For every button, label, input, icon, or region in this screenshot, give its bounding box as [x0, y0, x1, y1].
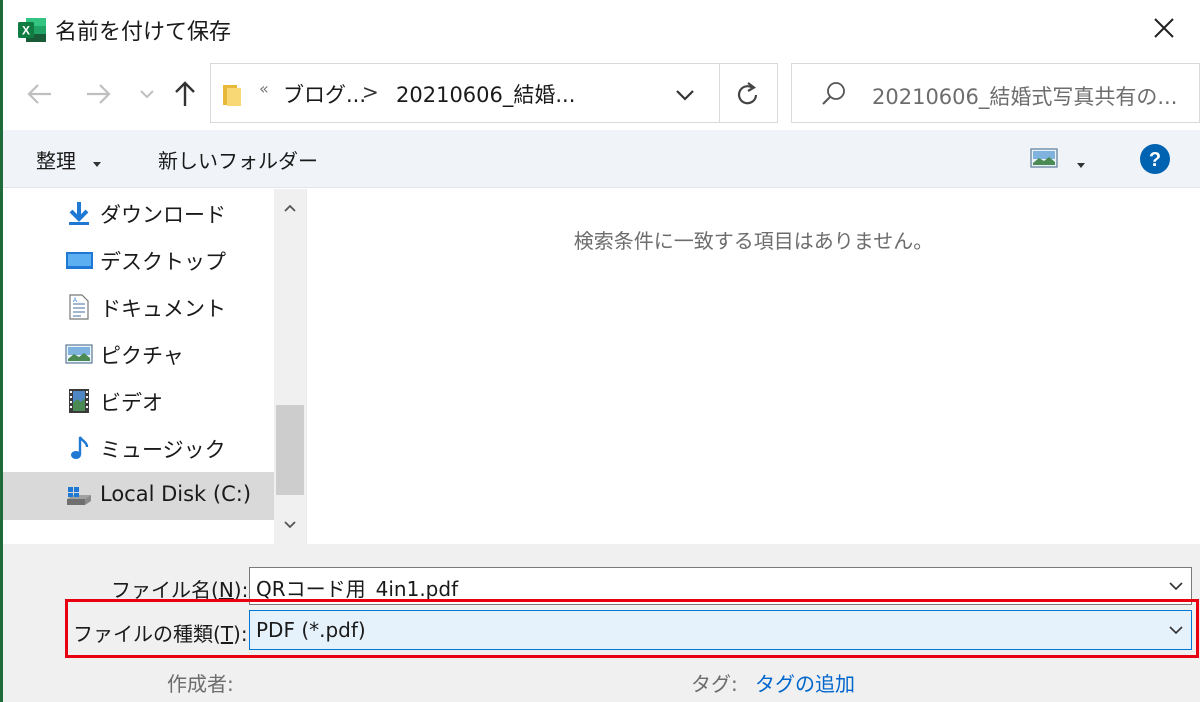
scrollbar-thumb[interactable] [276, 405, 304, 495]
search-box[interactable]: 20210606_結婚式写真共有の... [791, 63, 1200, 123]
breadcrumb-separator[interactable]: > [362, 80, 379, 104]
sidebar-item-label: ビデオ [100, 391, 163, 415]
filename-value[interactable]: QRコード用_4in1.pdf [256, 573, 458, 602]
tags-label: タグ: [691, 672, 738, 696]
sidebar-item-label: Local Disk (C:) [100, 482, 252, 506]
close-icon [1153, 17, 1175, 43]
up-arrow-icon[interactable] [171, 78, 199, 110]
sidebar-item-pictures[interactable]: ピクチャ [3, 330, 274, 378]
local-disk-icon [65, 483, 93, 509]
caret-down-icon[interactable] [1076, 155, 1086, 168]
empty-message: 検索条件に一致する項目はありません。 [573, 229, 934, 253]
organize-button[interactable]: 整理 [36, 145, 76, 174]
excel-icon: X [16, 16, 48, 44]
sidebar-item-videos[interactable]: ビデオ [3, 377, 274, 425]
sidebar-item-downloads[interactable]: ダウンロード [3, 189, 274, 237]
pictures-icon [65, 341, 93, 367]
filetype-value[interactable]: PDF (*.pdf) [256, 618, 366, 642]
back-arrow-icon[interactable] [25, 80, 55, 108]
address-bar[interactable]: « ブログ... > 20210606_結婚... [210, 63, 778, 123]
scroll-down-icon[interactable] [274, 506, 306, 544]
sidebar-item-label: ミュージック [100, 438, 226, 462]
breadcrumb-segment[interactable]: 20210606_結婚... [396, 79, 575, 109]
add-tags-link[interactable]: タグの追加 [755, 668, 855, 697]
sidebar-item-label: ピクチャ [100, 344, 184, 368]
sidebar-item-label: ダウンロード [100, 203, 226, 227]
save-options-panel: ファイル名(N): QRコード用_4in1.pdf ファイルの種類(T): PD… [3, 544, 1200, 702]
chevron-down-icon[interactable] [671, 82, 699, 108]
sidebar-item-label: ドキュメント [100, 297, 226, 321]
sidebar-item-local-disk[interactable]: Local Disk (C:) [3, 472, 274, 520]
navigation-bar: « ブログ... > 20210606_結婚... 20210606_結婚式写真… [3, 60, 1200, 126]
filetype-select[interactable]: PDF (*.pdf) [249, 610, 1192, 650]
view-thumbnail-icon[interactable] [1030, 147, 1058, 169]
chevron-down-icon[interactable] [1167, 578, 1185, 594]
svg-text:?: ? [1149, 149, 1161, 171]
folder-icon [221, 82, 243, 108]
toolbar: 整理 新しいフォルダー ? [3, 130, 1200, 188]
file-list[interactable]: 検索条件に一致する項目はありません。 [307, 189, 1200, 544]
svg-text:X: X [22, 24, 30, 38]
documents-icon: A [65, 294, 93, 320]
search-input[interactable]: 20210606_結婚式写真共有の... [872, 81, 1177, 111]
help-icon[interactable]: ? [1139, 143, 1171, 175]
author-label: 作成者: [167, 672, 234, 696]
sidebar-item-music[interactable]: ミュージック [3, 424, 274, 472]
refresh-icon[interactable] [733, 78, 763, 110]
navigation-pane: ダウンロード デスクトップ A ドキュメント ピクチャ ビデオ ミュージック L… [3, 189, 274, 544]
svg-text:A: A [73, 298, 77, 304]
videos-icon [65, 388, 93, 414]
window-title: 名前を付けて保存 [55, 20, 232, 45]
music-icon [65, 435, 93, 461]
divider [719, 64, 720, 122]
new-folder-button[interactable]: 新しいフォルダー [158, 145, 318, 174]
sidebar-item-documents[interactable]: A ドキュメント [3, 283, 274, 331]
caret-down-icon[interactable] [92, 154, 102, 167]
breadcrumb-segment[interactable]: ブログ... [283, 79, 366, 109]
sidebar-item-label: デスクトップ [100, 250, 226, 274]
chevron-down-icon[interactable] [1167, 622, 1185, 638]
desktop-icon [65, 247, 93, 273]
sidebar-item-desktop[interactable]: デスクトップ [3, 236, 274, 284]
chevron-down-icon[interactable] [137, 82, 157, 106]
title-bar: X 名前を付けて保存 [3, 0, 1200, 60]
address-overflow[interactable]: « [259, 79, 269, 98]
downloads-icon [65, 200, 93, 226]
search-icon [820, 80, 848, 108]
filetype-label: ファイルの種類(T): [73, 622, 248, 646]
close-button[interactable] [1128, 0, 1200, 60]
scroll-up-icon[interactable] [274, 189, 306, 227]
forward-arrow-icon[interactable] [83, 80, 113, 108]
nav-scrollbar[interactable] [274, 189, 306, 544]
